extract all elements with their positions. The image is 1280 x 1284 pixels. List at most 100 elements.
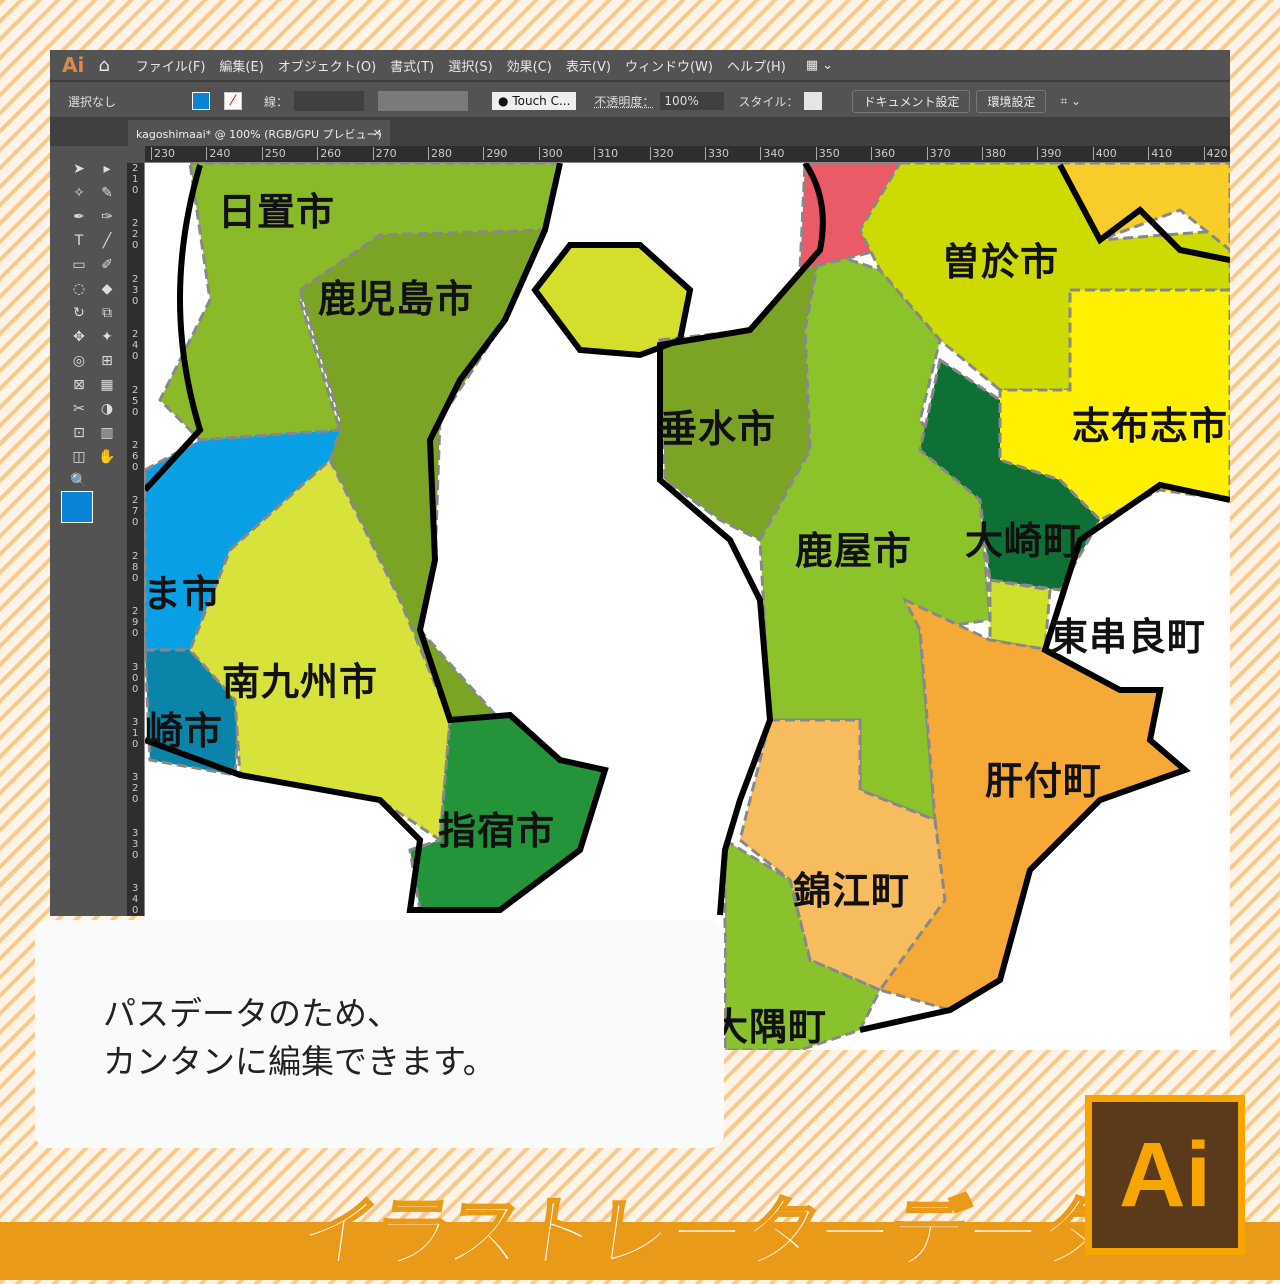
tool-icon[interactable]: ⧉ xyxy=(96,302,118,324)
label-tarumizu: 垂水市 xyxy=(659,407,777,451)
control-bar: 選択なし ⁄ 線： ● Touch C... 不透明度： 100% スタイル： … xyxy=(50,85,1230,118)
label-soo: 曽於市 xyxy=(942,240,1060,284)
tool-icon[interactable]: ✎ xyxy=(96,182,118,204)
label-kimotsuki: 肝付町 xyxy=(985,759,1103,803)
hruler-tick: 400 xyxy=(1092,147,1117,160)
tool-icon[interactable]: ✥ xyxy=(68,326,90,348)
tool-icon[interactable]: ⊞ xyxy=(96,350,118,372)
brush-definition[interactable]: ● Touch C... xyxy=(492,92,577,110)
tool-icon[interactable]: ⊡ xyxy=(68,422,90,444)
hruler-tick: 380 xyxy=(982,147,1006,160)
vruler-tick: 220 xyxy=(132,218,139,252)
tool-icon[interactable]: ✒ xyxy=(68,206,90,228)
hruler-tick: 370 xyxy=(926,147,951,160)
tool-icon[interactable]: ↻ xyxy=(68,302,90,324)
vruler-tick: 210 xyxy=(132,163,139,196)
variable-width-profile[interactable] xyxy=(378,91,469,111)
label-minamikyushu: 南九州市 xyxy=(222,660,379,704)
tool-icon[interactable]: ✐ xyxy=(96,254,118,276)
hruler-tick: 250 xyxy=(261,147,286,160)
brush-name: Touch C... xyxy=(512,94,571,108)
tool-icon[interactable]: ➤ xyxy=(68,158,90,180)
tool-icon[interactable]: ◎ xyxy=(68,350,90,372)
tool-icon[interactable]: ◑ xyxy=(96,398,118,420)
vruler-tick: 230 xyxy=(132,273,139,307)
close-tab-icon[interactable]: × xyxy=(373,126,382,139)
fill-color-box[interactable] xyxy=(61,491,93,523)
tool-icon[interactable]: ◆ xyxy=(96,278,118,300)
vruler-tick: 310 xyxy=(132,717,139,750)
menu-window[interactable]: ウィンドウ(W) xyxy=(625,56,713,75)
vruler-tick: 290 xyxy=(132,606,139,640)
tool-icon[interactable]: ✋ xyxy=(96,446,118,468)
label-hioki: 日置市 xyxy=(218,190,336,234)
arrange-icon[interactable]: ⌗ ⌄ xyxy=(1060,94,1081,109)
opacity-input[interactable]: 100% xyxy=(660,92,725,110)
hruler-tick: 410 xyxy=(1148,147,1172,160)
document-tab-title: kagoshimaai* @ 100% (RGB/GPU プレビュー) xyxy=(136,128,382,141)
label-ibusuki: 指宿市 xyxy=(438,809,556,853)
caption-line-1: パスデータのため、 xyxy=(103,994,400,1033)
artboard[interactable]: 日置市 鹿児島市 曽於市 垂水市 志布志市 大崎町 鹿屋市 東串良町 ま市 南九… xyxy=(145,163,1230,1050)
menu-effect[interactable]: 効果(C) xyxy=(507,56,552,75)
hruler-tick: 390 xyxy=(1037,147,1061,160)
caption-box: パスデータのため、 カンタンに編集できます。 xyxy=(35,920,724,1148)
menu-select[interactable]: 選択(S) xyxy=(448,56,492,75)
hruler-tick: 300 xyxy=(538,147,563,160)
tool-icon[interactable]: ⊠ xyxy=(68,374,90,396)
tool-icon[interactable]: ✦ xyxy=(96,326,118,348)
tool-icon[interactable]: ◌ xyxy=(68,278,90,300)
toolbar: ➤ ▸ ✧ ✎ ✒ ✑ T ╱ ▭ ✐ ◌ ◆ ↻ ⧉ ✥ ✦ ◎ ⊞ ⊠ ▦ ✂ ◑ ⊡ ▥ ◫ ✋ 🔍 xyxy=(58,146,120,916)
opacity-label[interactable]: 不透明度： xyxy=(594,93,654,110)
illustrator-logo-text: Ai xyxy=(1092,1102,1238,1248)
workspace-switcher-icon[interactable]: ▦ ⌄ xyxy=(806,58,833,73)
hruler-tick: 350 xyxy=(815,147,840,160)
hruler-tick: 310 xyxy=(594,147,618,160)
home-icon[interactable]: ⌂ xyxy=(98,55,109,76)
label-minamisatsuma: ま市 xyxy=(145,572,222,616)
hruler-tick: 260 xyxy=(317,147,341,160)
illustrator-logo: Ai xyxy=(1085,1095,1245,1255)
document-tab[interactable]: kagoshimaai* @ 100% (RGB/GPU プレビュー) × xyxy=(128,120,390,146)
preferences-button[interactable]: 環境設定 xyxy=(976,89,1047,113)
tool-icon[interactable]: ▸ xyxy=(96,158,118,180)
style-swatch[interactable] xyxy=(804,92,823,110)
stroke-weight-input[interactable] xyxy=(294,91,365,111)
tool-icon[interactable]: ▦ xyxy=(96,374,118,396)
hruler-tick: 330 xyxy=(705,147,729,160)
menu-file[interactable]: ファイル(F) xyxy=(136,56,206,75)
label-osaki: 大崎町 xyxy=(965,519,1083,563)
label-shibushi: 志布志市 xyxy=(1072,404,1229,448)
label-kagoshima: 鹿児島市 xyxy=(318,277,475,321)
menu-type[interactable]: 書式(T) xyxy=(390,56,434,75)
label-osumi: 大隅町 xyxy=(710,1005,828,1049)
label-makurazaki: 崎市 xyxy=(145,709,224,753)
vruler-tick: 240 xyxy=(132,329,139,363)
tool-icon[interactable]: ✧ xyxy=(68,182,90,204)
tool-icon[interactable]: ✑ xyxy=(96,206,118,228)
tool-icon[interactable]: 🔍 xyxy=(68,470,90,492)
vruler-tick: 320 xyxy=(132,772,139,806)
document-setup-button[interactable]: ドキュメント設定 xyxy=(852,89,971,113)
menu-help[interactable]: ヘルプ(H) xyxy=(727,56,786,75)
label-higashikushira: 東串良町 xyxy=(1050,615,1207,659)
hruler-tick: 290 xyxy=(483,147,507,160)
vruler-tick: 340 xyxy=(132,883,139,917)
region-higashikushira xyxy=(988,578,1052,652)
ai-app-logo: Ai xyxy=(62,53,85,77)
hruler-tick: 230 xyxy=(151,147,175,160)
horizontal-ruler[interactable]: 230 240 250 260 270 280 290 300 310 320 330 340 350 3… xyxy=(145,146,1230,163)
menu-edit[interactable]: 編集(E) xyxy=(219,56,263,75)
menu-object[interactable]: オブジェクト(O) xyxy=(278,56,376,75)
tool-icon[interactable]: ╱ xyxy=(96,230,118,252)
vruler-tick: 260 xyxy=(132,440,139,473)
tool-icon[interactable]: ▥ xyxy=(96,422,118,444)
stroke-swatch[interactable]: ⁄ xyxy=(224,92,243,110)
fill-swatch[interactable] xyxy=(192,92,211,110)
tool-icon[interactable]: ▭ xyxy=(68,254,90,276)
tool-icon[interactable]: T xyxy=(68,230,90,252)
tool-icon[interactable]: ✂ xyxy=(68,398,90,420)
vertical-ruler[interactable]: 210 220 230 240 250 260 270 280 290 300 310 320 330 3… xyxy=(127,163,145,916)
tool-icon[interactable]: ◫ xyxy=(68,446,90,468)
menu-view[interactable]: 表示(V) xyxy=(566,56,611,75)
